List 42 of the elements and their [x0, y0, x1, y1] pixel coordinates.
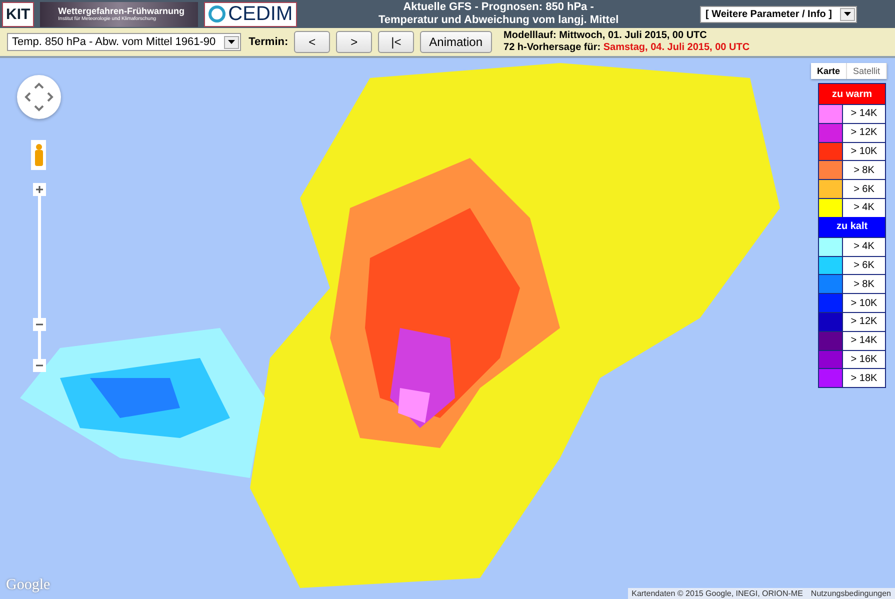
- map-background[interactable]: Karte Satellit zu warm > 14K > 12K > 10K > 8K > 6K > 4K zu kalt > 4K > 6K > 8K > 10K > 12K > 14K > 16K > 18K Google Kartendaten © 2015 Google, INEGI, ORION-ME Nutzungsbedingungen: [0, 58, 895, 599]
- dropdown-icon: [840, 8, 855, 20]
- legend-label: > 12K: [850, 126, 878, 140]
- forecast-text: 72 h-Vorhersage für: Samstag, 04. Juli 2015, 00 UTC: [504, 42, 750, 54]
- legend-label: > 14K: [850, 334, 878, 348]
- google-logo: Google: [6, 577, 50, 594]
- page-title: Temperatur und Abweichung vom langj. Mittel: [378, 14, 619, 27]
- nav-button[interactable]: >: [336, 31, 372, 53]
- parameter-select[interactable]: Temp. 850 hPa - Abw. vom Mittel 1961-90: [7, 33, 241, 51]
- legend-label: > 10K: [850, 296, 878, 311]
- terms-link[interactable]: Nutzungsbedingungen: [810, 589, 891, 598]
- termin-label: Termin:: [248, 36, 288, 48]
- legend-heading: zu warm: [819, 84, 885, 104]
- nav-button[interactable]: <: [294, 31, 330, 53]
- legend-label: > 4K: [852, 240, 876, 254]
- legend-label: > 4K: [852, 201, 876, 216]
- legend-label: > 8K: [852, 278, 876, 292]
- zoom-slider-handle[interactable]: [33, 318, 46, 331]
- zoom-in-icon[interactable]: [33, 183, 46, 196]
- map-type-tab[interactable]: Satellit: [846, 63, 887, 79]
- legend-label: > 18K: [850, 372, 878, 386]
- legend-label: > 12K: [850, 315, 878, 330]
- zoom-slider-track[interactable]: [38, 195, 41, 360]
- legend-label: > 6K: [852, 258, 876, 273]
- legend-label: > 16K: [850, 352, 878, 367]
- nav-button[interactable]: Animation: [420, 31, 492, 53]
- info-select[interactable]: [ Weitere Parameter / Info ]: [700, 6, 857, 22]
- model-run-text: Modelllauf: Mittwoch, 01. Juli 2015, 00 UTC: [504, 30, 708, 42]
- legend-label: > 10K: [850, 144, 878, 159]
- pan-control[interactable]: [17, 75, 61, 119]
- map-type-tab[interactable]: Karte: [810, 63, 847, 79]
- nav-button[interactable]: |<: [378, 31, 414, 53]
- legend-heading: zu kalt: [819, 216, 885, 237]
- cedim-logo: CEDIM: [204, 2, 297, 26]
- legend-label: > 6K: [852, 182, 876, 197]
- legend-label: > 14K: [850, 107, 878, 122]
- zoom-out-icon[interactable]: [33, 359, 46, 372]
- legend-label: > 8K: [852, 164, 876, 178]
- kit-logo: KIT: [2, 2, 34, 26]
- attribution-text: Kartendaten © 2015 Google, INEGI, ORION-ME: [632, 589, 803, 598]
- dropdown-icon: [224, 36, 239, 48]
- page-title: Aktuelle GFS - Prognosen: 850 hPa -: [403, 1, 594, 14]
